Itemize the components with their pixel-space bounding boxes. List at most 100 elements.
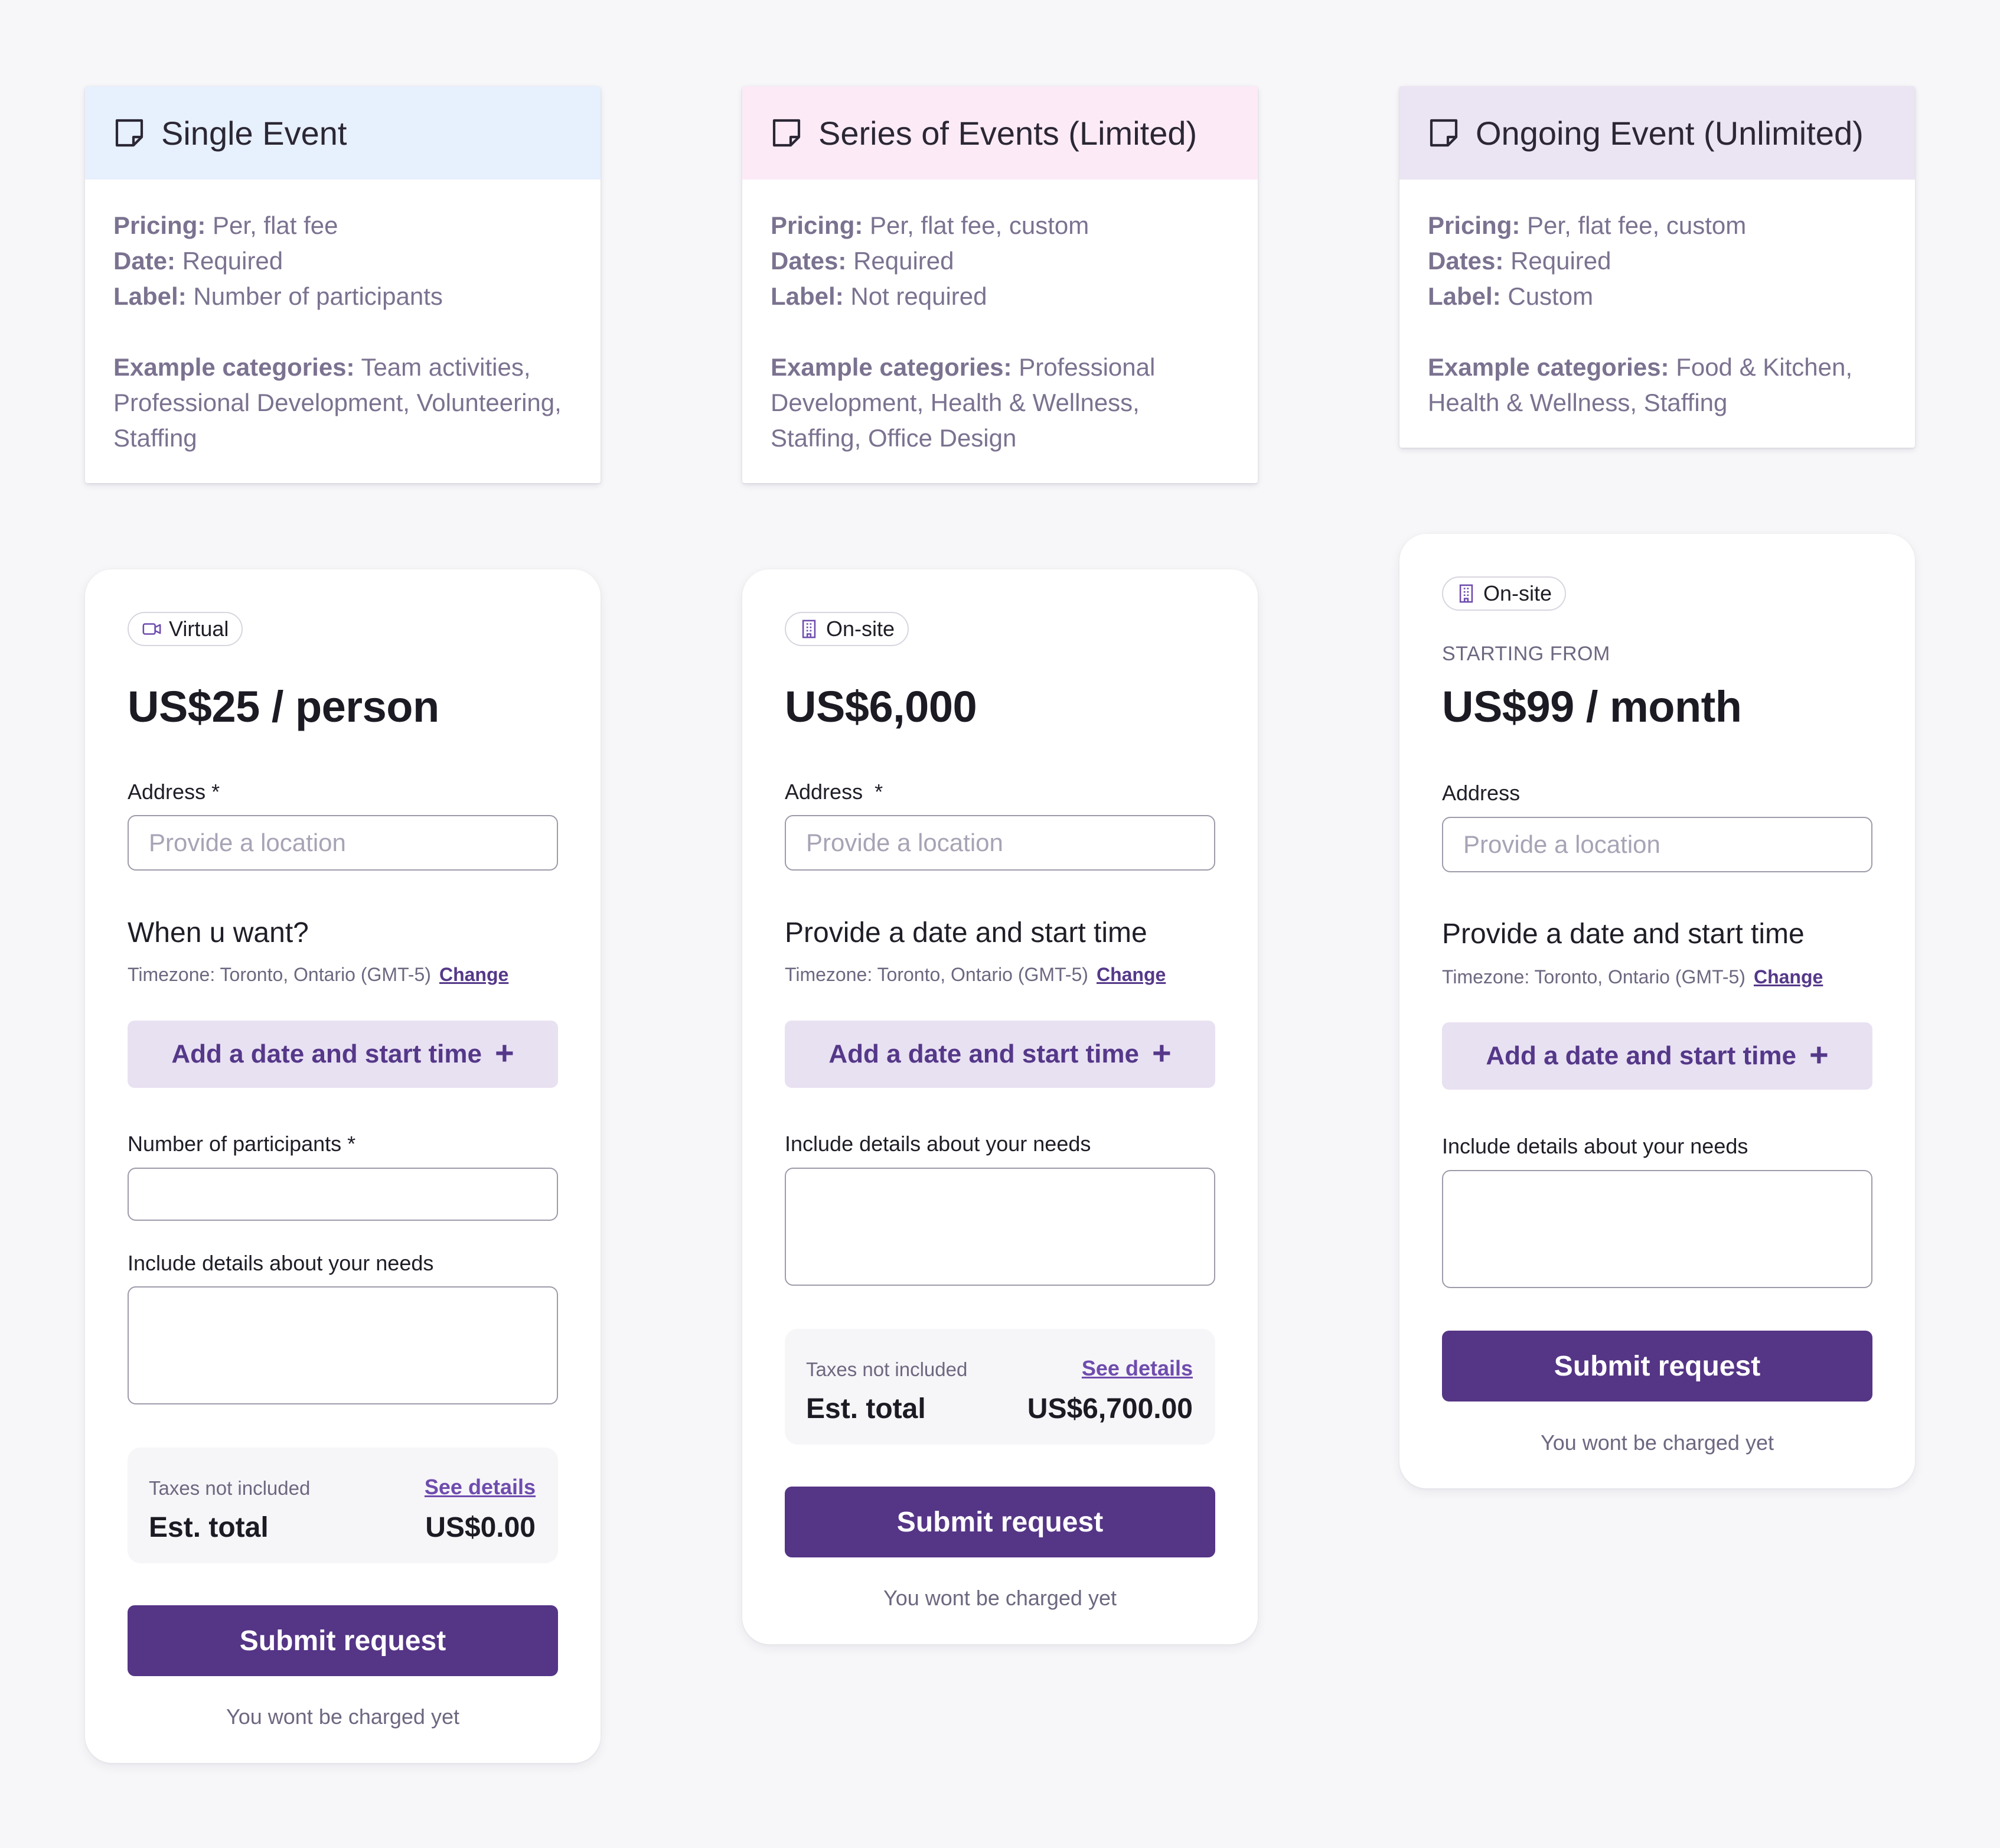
address-placeholder: Provide a location bbox=[806, 829, 1003, 856]
add-date-button[interactable]: Add a date and start time + bbox=[785, 1021, 1215, 1088]
participants-input[interactable] bbox=[128, 1168, 558, 1221]
date-label: Dates: bbox=[771, 247, 847, 275]
details-textarea[interactable] bbox=[1442, 1170, 1872, 1288]
submit-request-button[interactable]: Submit request bbox=[1442, 1331, 1872, 1402]
date-value: Required bbox=[1510, 247, 1611, 275]
timezone-row: Timezone: Toronto, Ontario (GMT-5) Chang… bbox=[785, 964, 1166, 986]
participants-label: Number of participants * bbox=[128, 1132, 356, 1156]
examples-label: Example categories: bbox=[113, 353, 355, 381]
pricing-value: Per, flat fee bbox=[213, 211, 338, 239]
address-input[interactable]: Provide a location bbox=[1442, 817, 1872, 872]
label-value: Number of participants bbox=[193, 282, 443, 310]
see-details-link[interactable]: See details bbox=[425, 1475, 536, 1500]
not-charged-note: You wont be charged yet bbox=[226, 1704, 459, 1729]
examples-row: Example categories: Professional Develop… bbox=[771, 350, 1229, 456]
timezone-text: Timezone: Toronto, Ontario (GMT-5) bbox=[785, 964, 1088, 985]
date-value: Required bbox=[182, 247, 283, 275]
label-value: Custom bbox=[1508, 282, 1594, 310]
submit-label: Submit request bbox=[239, 1625, 446, 1657]
date-section-title: When u want? bbox=[128, 917, 309, 949]
not-charged-note: You wont be charged yet bbox=[1541, 1430, 1774, 1455]
info-card-body: Pricing: Per, flat fee Date: Required La… bbox=[85, 180, 601, 456]
date-label: Date: bbox=[113, 247, 176, 275]
add-date-label: Add a date and start time bbox=[171, 1039, 482, 1068]
note-icon bbox=[1430, 119, 1458, 147]
add-date-label: Add a date and start time bbox=[828, 1039, 1139, 1068]
examples-label: Example categories: bbox=[771, 353, 1012, 381]
estimated-total-box: Taxes not included See details Est. tota… bbox=[785, 1329, 1215, 1445]
timezone-row: Timezone: Toronto, Ontario (GMT-5) Chang… bbox=[1442, 966, 1823, 988]
location-type-chip: Virtual bbox=[128, 612, 243, 646]
label-label: Label: bbox=[113, 282, 187, 310]
address-placeholder: Provide a location bbox=[149, 829, 346, 856]
location-type-chip: On-site bbox=[785, 612, 909, 646]
examples-row: Example categories: Food & Kitchen, Heal… bbox=[1428, 350, 1887, 421]
chip-label: Virtual bbox=[169, 617, 229, 641]
info-card-title: Ongoing Event (Unlimited) bbox=[1476, 114, 1864, 152]
change-timezone-link[interactable]: Change bbox=[1097, 964, 1166, 986]
location-type-chip: On-site bbox=[1442, 576, 1567, 611]
price: US$25 / person bbox=[128, 682, 439, 731]
pricing-label: Pricing: bbox=[1428, 211, 1521, 239]
submit-label: Submit request bbox=[1554, 1350, 1761, 1382]
building-icon bbox=[1459, 584, 1473, 603]
details-label: Include details about your needs bbox=[1442, 1134, 1748, 1158]
est-total-amount: US$0.00 bbox=[425, 1512, 536, 1543]
booking-card-onsite-series: On-site US$6,000 Address * Provide a loc… bbox=[742, 569, 1258, 1644]
info-card-header: Series of Events (Limited) bbox=[742, 86, 1258, 180]
timezone-text: Timezone: Toronto, Ontario (GMT-5) bbox=[128, 964, 431, 985]
timezone-row: Timezone: Toronto, Ontario (GMT-5) Chang… bbox=[128, 964, 508, 986]
address-label: Address * bbox=[128, 780, 220, 804]
chip-label: On-site bbox=[826, 617, 895, 641]
date-value: Required bbox=[853, 247, 954, 275]
note-icon bbox=[772, 119, 801, 147]
see-details-link[interactable]: See details bbox=[1082, 1356, 1193, 1381]
address-input[interactable]: Provide a location bbox=[785, 815, 1215, 871]
info-card-header: Ongoing Event (Unlimited) bbox=[1399, 86, 1915, 180]
building-icon bbox=[802, 620, 816, 638]
pricing-label: Pricing: bbox=[113, 211, 206, 239]
booking-card-virtual: Virtual US$25 / person Address * Provide… bbox=[85, 569, 601, 1763]
address-placeholder: Provide a location bbox=[1463, 830, 1660, 858]
pricing-value: Per, flat fee, custom bbox=[870, 211, 1089, 239]
examples-row: Example categories: Team activities, Pro… bbox=[113, 350, 572, 456]
starting-from-label: STARTING FROM bbox=[1442, 643, 1610, 665]
booking-card-onsite-ongoing: On-site STARTING FROM US$99 / month Addr… bbox=[1399, 534, 1915, 1488]
not-charged-note: You wont be charged yet bbox=[883, 1586, 1117, 1610]
change-timezone-link[interactable]: Change bbox=[439, 964, 508, 986]
change-timezone-link[interactable]: Change bbox=[1754, 966, 1823, 988]
add-date-label: Add a date and start time bbox=[1486, 1041, 1796, 1070]
pricing-row: Pricing: Per, flat fee, custom bbox=[1428, 208, 1887, 243]
info-card-series-of-events: Series of Events (Limited) Pricing: Per,… bbox=[742, 86, 1258, 483]
pricing-label: Pricing: bbox=[771, 211, 863, 239]
page: Single Event Pricing: Per, flat fee Date… bbox=[0, 0, 2000, 1848]
add-date-button[interactable]: Add a date and start time + bbox=[1442, 1022, 1872, 1090]
address-label: Address bbox=[1442, 781, 1521, 805]
submit-request-button[interactable]: Submit request bbox=[785, 1487, 1215, 1557]
add-date-button[interactable]: Add a date and start time + bbox=[128, 1021, 558, 1088]
info-card-title: Series of Events (Limited) bbox=[818, 114, 1198, 152]
plus-icon: + bbox=[1151, 1034, 1172, 1071]
submit-request-button[interactable]: Submit request bbox=[128, 1605, 558, 1676]
address-input[interactable]: Provide a location bbox=[128, 815, 558, 871]
note-icon bbox=[115, 119, 143, 147]
info-card-ongoing-event: Ongoing Event (Unlimited) Pricing: Per, … bbox=[1399, 86, 1915, 448]
date-section-title: Provide a date and start time bbox=[1442, 918, 1805, 950]
details-textarea[interactable] bbox=[128, 1286, 558, 1404]
label-label: Label: bbox=[1428, 282, 1501, 310]
taxes-note: Taxes not included bbox=[806, 1358, 968, 1380]
label-row: Label: Number of participants bbox=[113, 279, 572, 314]
est-total-label: Est. total bbox=[149, 1512, 269, 1543]
date-row: Dates: Required bbox=[771, 243, 1229, 279]
est-total-label: Est. total bbox=[806, 1393, 926, 1425]
label-value: Not required bbox=[850, 282, 987, 310]
details-label: Include details about your needs bbox=[785, 1132, 1091, 1156]
info-card-title: Single Event bbox=[161, 114, 347, 152]
info-card-body: Pricing: Per, flat fee, custom Dates: Re… bbox=[742, 180, 1258, 456]
examples-label: Example categories: bbox=[1428, 353, 1669, 381]
address-label: Address * bbox=[785, 780, 883, 804]
pricing-row: Pricing: Per, flat fee, custom bbox=[771, 208, 1229, 243]
label-row: Label: Not required bbox=[771, 279, 1229, 314]
details-textarea[interactable] bbox=[785, 1168, 1215, 1286]
price: US$6,000 bbox=[785, 682, 977, 731]
